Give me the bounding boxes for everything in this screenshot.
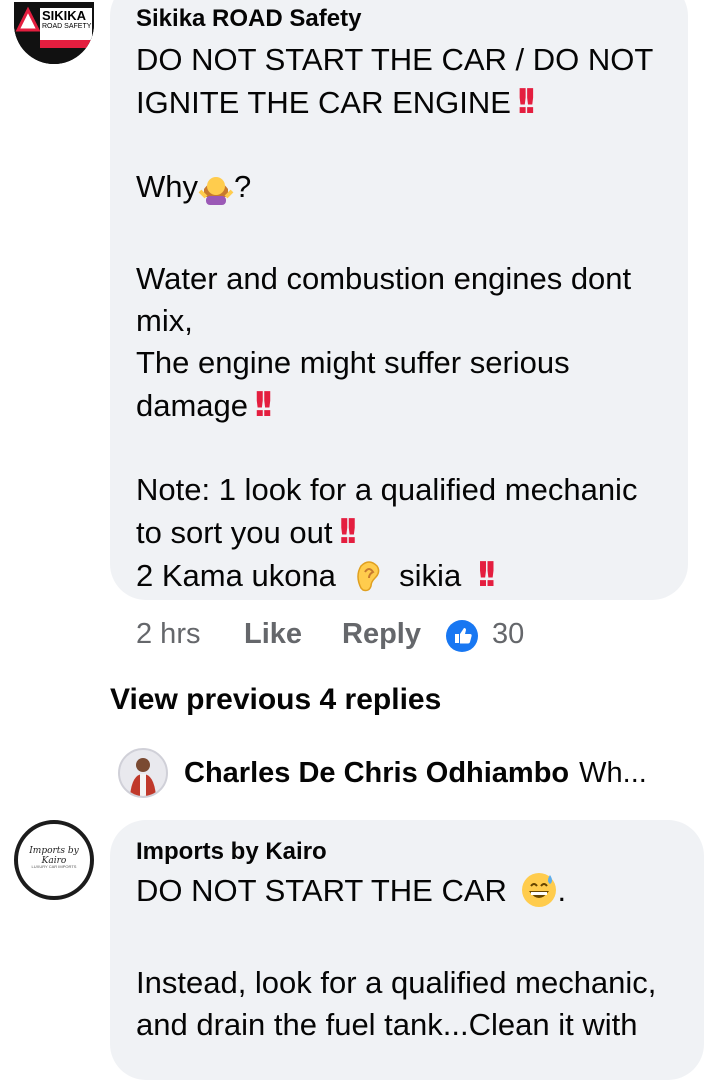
comment-timestamp[interactable]: 2 hrs [136,618,200,651]
sikika-logo-subtext: ROAD SAFETY [42,23,92,30]
reaction-count[interactable]: 30 [492,618,524,651]
comment-line: Instead, look for a qualified mechanic, [136,965,657,1000]
comment-meta-row: 2 hrs Like Reply 30 [136,618,556,654]
reply-author-name[interactable]: Charles De Chris Odhiambo [184,757,569,790]
comment-line: The engine might suffer serious [136,345,570,380]
comment-bubble-kairo: Imports by Kairo DO NOT START THE CAR . … [110,820,704,1080]
comment-line: 2 Kama ukona sikia!! [136,554,653,605]
kairo-logo-text: Imports by Kairo [29,846,79,866]
comment-bubble-sikika: Sikika ROAD Safety DO NOT START THE CAR … [110,0,688,600]
imports-by-kairo-avatar[interactable]: Imports by Kairo LUXURY CAR IMPORTS [14,820,94,900]
view-previous-replies-link[interactable]: View previous 4 replies [110,683,441,717]
ear-emoji-icon [353,558,383,605]
comment-line: Water and combustion engines dont [136,261,632,296]
comment-line: DO NOT START THE CAR / DO NOT [136,42,654,77]
double-exclamation-icon: !! [336,512,359,552]
comment-line: Why ? [136,166,653,216]
comment-line: Note: 1 look for a qualified mechanic [136,472,638,507]
shrug-emoji-icon [198,169,234,216]
comment-line: damage!! [136,385,275,425]
reply-snippet: Wh... [579,756,647,789]
reply-preview-row[interactable]: Charles De Chris Odhiambo Wh... [118,745,647,801]
like-button[interactable]: Like [244,618,302,651]
comment-line: mix, [136,303,193,338]
double-exclamation-icon: !! [475,555,498,595]
double-exclamation-icon: !! [514,82,538,122]
sikika-logo-text: SIKIKA [42,8,87,23]
comment-line: DO NOT START THE CAR . [136,870,656,920]
grinning-sweat-emoji-icon [520,871,558,920]
comment-line: and drain the fuel tank...Clean it with [136,1007,638,1042]
comment-author[interactable]: Sikika ROAD Safety [136,5,653,33]
comment-author[interactable]: Imports by Kairo [136,838,656,866]
comment-line: to sort you out!! [136,512,359,552]
kairo-logo-subtext: LUXURY CAR IMPORTS [31,864,77,869]
charles-avatar[interactable] [118,748,168,798]
comment-line: IGNITE THE CAR ENGINE!! [136,82,538,122]
like-reaction-icon[interactable] [446,620,478,652]
sikika-avatar[interactable]: SIKIKA ROAD SAFETY [14,2,94,64]
double-exclamation-icon: !! [252,385,275,425]
reply-button[interactable]: Reply [342,618,421,651]
